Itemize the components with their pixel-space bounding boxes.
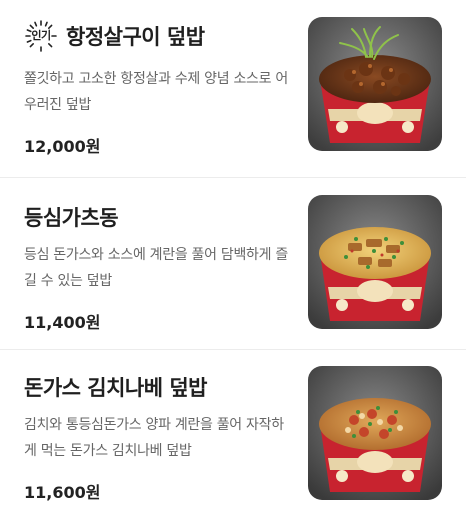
menu-item-image (308, 366, 442, 500)
menu-item-description: 쫄깃하고 고소한 항정살과 수제 양념 소스로 어우러진 덮밥 (24, 71, 288, 113)
menu-item-price: 11,400원 (24, 313, 101, 332)
title-text: 등심가츠동 (24, 206, 119, 230)
popular-badge: 인기 (24, 19, 58, 53)
menu-item-image (308, 195, 442, 329)
menu-item-title: 돈가스 김치나베 덮밥 (24, 372, 208, 402)
menu-item-price: 12,000원 (24, 137, 101, 156)
menu-item[interactable]: 인기 항정살구이 덮밥 쫄깃하고 고소한 항정살과 수제 양념 소스로 어우러진… (0, 0, 466, 178)
menu-item[interactable]: 등심가츠동 등심 돈가스와 소스에 계란을 풀어 담백하게 즐길 수 있는 덮밥… (0, 178, 466, 350)
menu-item[interactable]: 돈가스 김치나베 덮밥 김치와 통등심돈가스 양파 계란을 풀어 자작하게 먹는… (0, 350, 466, 512)
menu-item-title: 인기 항정살구이 덮밥 (24, 19, 205, 53)
menu-item-description: 김치와 통등심돈가스 양파 계란을 풀어 자작하게 먹는 돈가스 김치나베 덮밥 (24, 417, 284, 459)
menu-item-price: 11,600원 (24, 483, 101, 502)
title-text: 돈가스 김치나베 덮밥 (24, 376, 208, 400)
badge-label: 인기 (31, 29, 51, 42)
title-text: 항정살구이 덮밥 (66, 25, 205, 49)
menu-item-image (308, 17, 442, 151)
menu-item-title: 등심가츠동 (24, 202, 119, 232)
menu-list: 인기 항정살구이 덮밥 쫄깃하고 고소한 항정살과 수제 양념 소스로 어우러진… (0, 0, 466, 512)
menu-item-description: 등심 돈가스와 소스에 계란을 풀어 담백하게 즐길 수 있는 덮밥 (24, 247, 288, 289)
